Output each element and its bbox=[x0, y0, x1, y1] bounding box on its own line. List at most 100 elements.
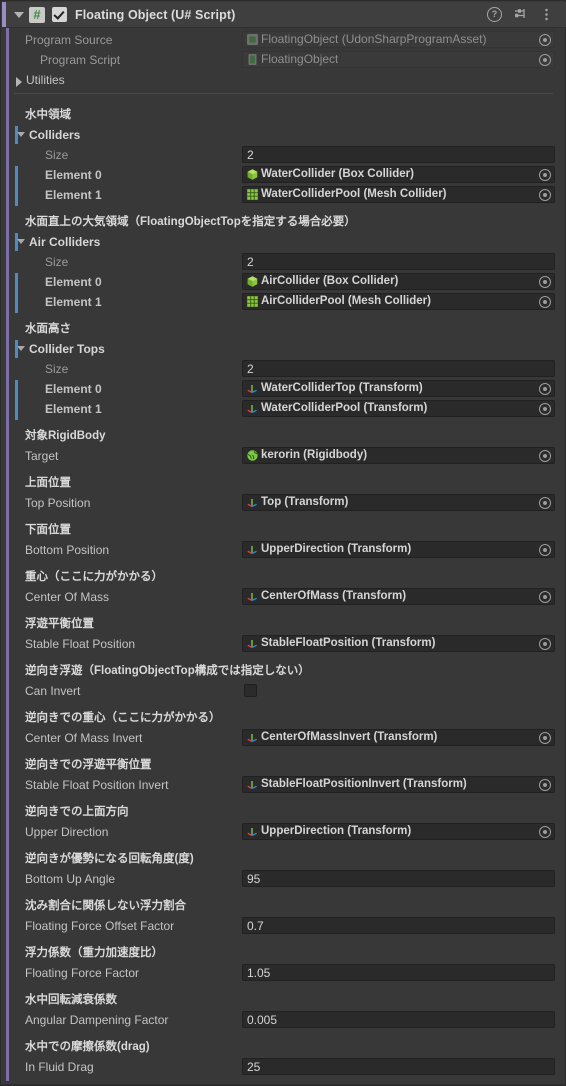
property-7-object-field[interactable]: StableFloatPositionInvert (Transform) bbox=[242, 776, 555, 793]
component-foldout-arrow[interactable] bbox=[12, 2, 26, 28]
program-source-label: Program Source bbox=[25, 33, 113, 47]
object-picker-icon[interactable] bbox=[539, 496, 551, 509]
object-picker-icon[interactable] bbox=[539, 402, 551, 415]
property-6-row: Center Of Mass Invert CenterOfMassInvert … bbox=[1, 729, 566, 748]
property-9-number-field[interactable]: 95 bbox=[242, 870, 555, 887]
component-header[interactable]: # Floating Object (U# Script) ? bbox=[2, 2, 566, 28]
object-picker-icon[interactable] bbox=[539, 295, 551, 308]
object-picker-icon[interactable] bbox=[539, 449, 551, 462]
program-source-field[interactable]: FloatingObject (UdonSharpProgramAsset) bbox=[242, 31, 555, 48]
property-13-number-field[interactable]: 25 bbox=[242, 1058, 555, 1075]
property-0-object-field[interactable]: kerorin (Rigidbody) bbox=[242, 447, 555, 464]
section-divider bbox=[14, 93, 553, 94]
object-picker-icon[interactable] bbox=[539, 33, 551, 46]
property-9-jp-text: 逆向きが優勢になる回転角度(度) bbox=[25, 853, 194, 865]
property-4-row: Stable Float Position StableFloatPosition… bbox=[1, 635, 566, 654]
property-2-object-field[interactable]: UpperDirection (Transform) bbox=[242, 541, 555, 558]
row-program-source: Program Source FloatingObject (UdonSharp… bbox=[1, 31, 566, 50]
component-enabled-checkbox[interactable] bbox=[52, 7, 67, 22]
air-colliders-element-1-field[interactable]: AirColliderPool (Mesh Collider) bbox=[242, 293, 555, 310]
property-8-row: Upper Direction UpperDirection (Transform… bbox=[1, 823, 566, 842]
program-script-value: FloatingObject bbox=[261, 52, 339, 66]
property-5-checkbox[interactable] bbox=[244, 684, 257, 697]
property-10-number-field[interactable]: 0.7 bbox=[242, 917, 555, 934]
element-0-label: Element 0 bbox=[45, 168, 102, 182]
property-9-row: Bottom Up Angle 95 bbox=[1, 870, 566, 889]
property-7-jp-text: 逆向きでの浮遊平衡位置 bbox=[25, 759, 152, 771]
property-3-object-field[interactable]: CenterOfMass (Transform) bbox=[242, 588, 555, 605]
colliders-size-field[interactable]: 2 bbox=[242, 146, 555, 163]
element-0-value: WaterColliderTop (Transform) bbox=[261, 382, 423, 394]
property-13-row: In Fluid Drag 25 bbox=[1, 1058, 566, 1077]
collider-tops-foldout-arrow[interactable] bbox=[17, 346, 25, 351]
program-asset-icon bbox=[246, 33, 259, 46]
program-source-value: FloatingObject (UdonSharpProgramAsset) bbox=[261, 32, 487, 46]
object-picker-icon[interactable] bbox=[539, 825, 551, 838]
property-3-jp-text: 重心（ここに力がかかる） bbox=[25, 571, 163, 583]
property-8-object-field[interactable]: UpperDirection (Transform) bbox=[242, 823, 555, 840]
object-picker-icon[interactable] bbox=[539, 778, 551, 791]
element-1-value: WaterColliderPool (Mesh Collider) bbox=[261, 188, 447, 200]
element-1-label: Element 1 bbox=[45, 295, 102, 309]
colliders-element-1-field[interactable]: WaterColliderPool (Mesh Collider) bbox=[242, 186, 555, 203]
property-4-jp-text: 浮遊平衡位置 bbox=[25, 618, 94, 630]
transform-icon bbox=[246, 637, 259, 650]
object-picker-icon[interactable] bbox=[539, 731, 551, 744]
section-2-group-row[interactable]: Collider Tops bbox=[1, 340, 566, 359]
collider-tops-element-0-field[interactable]: WaterColliderTop (Transform) bbox=[242, 380, 555, 397]
element-0-label: Element 0 bbox=[45, 275, 102, 289]
property-1-jp-text: 上面位置 bbox=[25, 477, 71, 489]
element-1-label: Element 1 bbox=[45, 402, 102, 416]
object-picker-icon[interactable] bbox=[539, 382, 551, 395]
air-colliders-foldout-arrow[interactable] bbox=[17, 239, 25, 244]
property-7-row: Stable Float Position Invert StableFloatP… bbox=[1, 776, 566, 795]
object-picker-icon[interactable] bbox=[539, 637, 551, 650]
section-0-group-row[interactable]: Colliders bbox=[1, 126, 566, 145]
panel-bottom-divider bbox=[2, 1084, 566, 1085]
program-script-label: Program Script bbox=[40, 53, 121, 67]
size-label: Size bbox=[45, 255, 69, 269]
size-label: Size bbox=[45, 362, 69, 376]
air-colliders-size-field[interactable]: 2 bbox=[242, 253, 555, 270]
air-colliders-element-0-field[interactable]: AirCollider (Box Collider) bbox=[242, 273, 555, 290]
colliders-group-label: Colliders bbox=[29, 128, 81, 142]
mesh-collider-icon bbox=[246, 188, 259, 201]
object-picker-icon[interactable] bbox=[539, 188, 551, 201]
transform-icon bbox=[246, 825, 259, 838]
property-3-value: CenterOfMass (Transform) bbox=[261, 590, 407, 602]
section-2-size-row: Size 2 bbox=[1, 360, 566, 379]
transform-icon bbox=[246, 402, 259, 415]
program-script-field[interactable]: FloatingObject bbox=[242, 51, 555, 68]
object-picker-icon[interactable] bbox=[539, 590, 551, 603]
property-11-jp-text: 浮力係数（重力加速度比） bbox=[25, 947, 163, 959]
row-utilities[interactable]: Utilities bbox=[1, 71, 566, 90]
property-11-number-field[interactable]: 1.05 bbox=[242, 964, 555, 981]
property-11-jp-header: 浮力係数（重力加速度比） bbox=[1, 944, 566, 963]
property-5-row: Can Invert bbox=[1, 682, 566, 701]
object-picker-icon[interactable] bbox=[539, 168, 551, 181]
property-6-object-field[interactable]: CenterOfMassInvert (Transform) bbox=[242, 729, 555, 746]
property-0-value: kerorin (Rigidbody) bbox=[261, 449, 368, 461]
property-8-jp-text: 逆向きでの上面方向 bbox=[25, 806, 129, 818]
utilities-foldout-arrow[interactable] bbox=[16, 77, 22, 87]
help-icon[interactable]: ? bbox=[487, 7, 502, 22]
collider-tops-size-field[interactable]: 2 bbox=[242, 360, 555, 377]
property-12-number-field[interactable]: 0.005 bbox=[242, 1011, 555, 1028]
property-7-jp-header: 逆向きでの浮遊平衡位置 bbox=[1, 756, 566, 775]
preset-icon[interactable] bbox=[513, 7, 528, 22]
property-1-value: Top (Transform) bbox=[261, 496, 349, 508]
property-4-object-field[interactable]: StableFloatPosition (Transform) bbox=[242, 635, 555, 652]
collider-tops-element-1-field[interactable]: WaterColliderPool (Transform) bbox=[242, 400, 555, 417]
object-picker-icon[interactable] bbox=[539, 53, 551, 66]
object-picker-icon[interactable] bbox=[539, 543, 551, 556]
section-1-group-row[interactable]: Air Colliders bbox=[1, 233, 566, 252]
colliders-element-0-field[interactable]: WaterCollider (Box Collider) bbox=[242, 166, 555, 183]
property-1-object-field[interactable]: Top (Transform) bbox=[242, 494, 555, 511]
property-7-label: Stable Float Position Invert bbox=[25, 778, 169, 792]
object-picker-icon[interactable] bbox=[539, 275, 551, 288]
colliders-foldout-arrow[interactable] bbox=[17, 132, 25, 137]
section-0-size-row: Size 2 bbox=[1, 146, 566, 165]
row-program-script: Program Script FloatingObject bbox=[1, 51, 566, 70]
kebab-menu-icon[interactable] bbox=[539, 7, 554, 22]
unity-inspector-component-panel: # Floating Object (U# Script) ? Program … bbox=[0, 0, 566, 1086]
